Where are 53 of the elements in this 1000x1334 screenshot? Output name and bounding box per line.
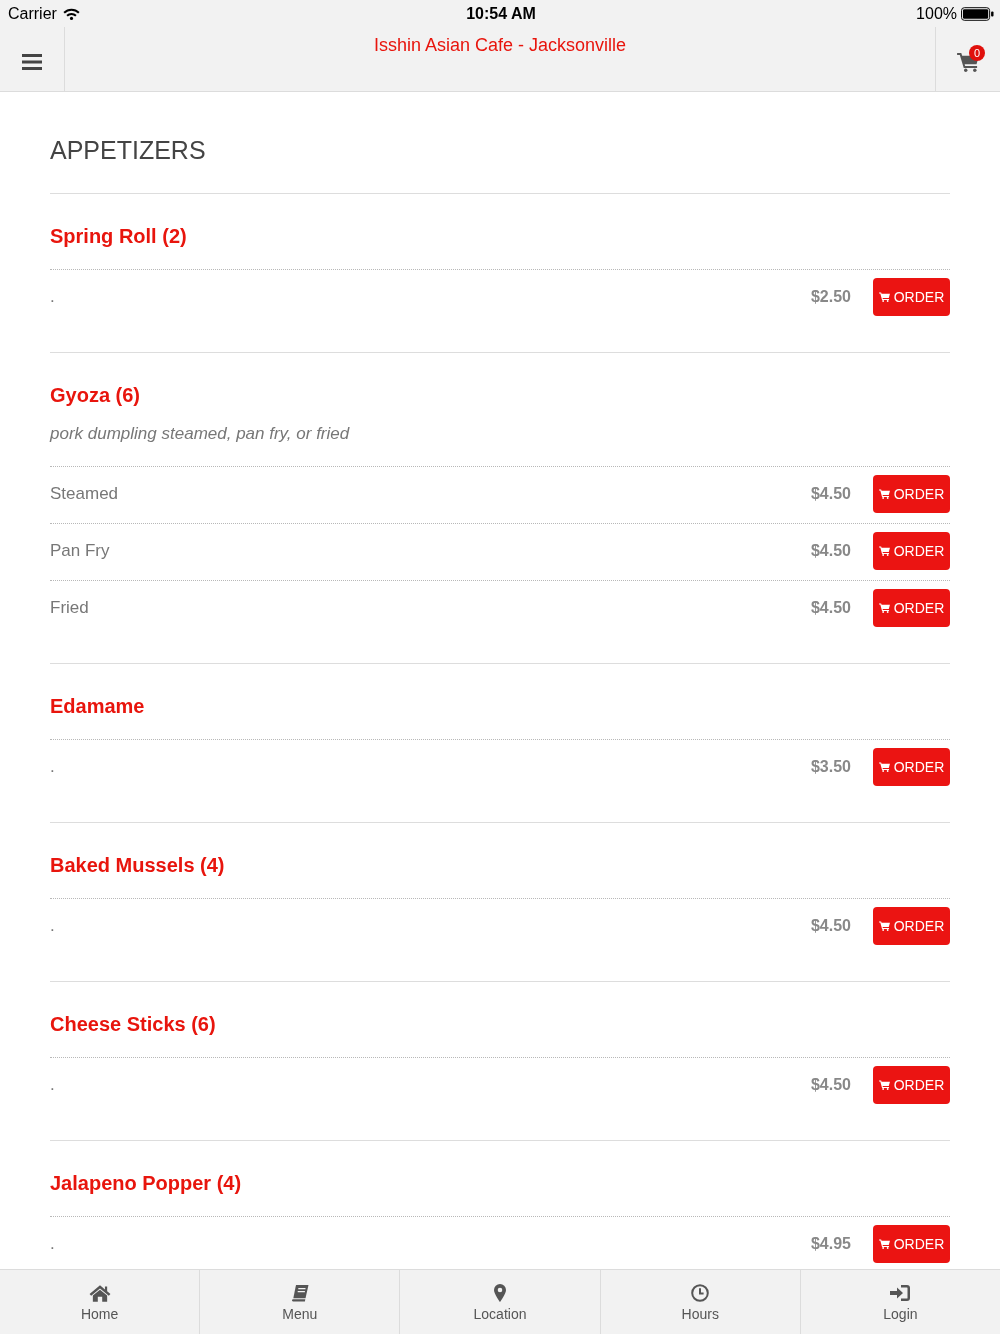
cart-icon (878, 546, 890, 556)
item-price: $4.50 (810, 1075, 851, 1095)
section-heading: APPETIZERS (50, 135, 206, 166)
cart-icon (878, 489, 890, 499)
menu-icon (22, 54, 42, 70)
option-label: . (50, 756, 55, 778)
book-icon (290, 1284, 309, 1302)
battery-percent: 100% (916, 4, 957, 23)
item-name: Baked Mussels (4) (50, 853, 225, 878)
order-button[interactable]: ORDER (873, 748, 950, 786)
cart-icon (878, 762, 890, 772)
option-label: Steamed (50, 483, 119, 505)
item-name: Gyoza (6) (50, 383, 141, 408)
order-button[interactable]: ORDER (873, 475, 950, 513)
order-button[interactable]: ORDER (873, 907, 950, 945)
option-label: Fried (50, 597, 89, 619)
item-name: Spring Roll (2) (50, 224, 187, 249)
item-name: Edamame (50, 694, 145, 719)
battery-icon (961, 6, 994, 21)
home-icon (88, 1284, 111, 1302)
restaurant-title: Isshin Asian Cafe - Jacksonville (373, 35, 627, 55)
item-price: $4.50 (810, 484, 851, 504)
cart-icon (878, 1239, 890, 1249)
item-name: Jalapeno Popper (4) (50, 1171, 242, 1196)
option-label: . (50, 915, 55, 937)
cart-icon (878, 1080, 890, 1090)
option-label: . (50, 286, 55, 308)
item-price: $4.50 (810, 916, 851, 936)
carrier-label: Carrier (8, 4, 57, 23)
option-label: Pan Fry (50, 540, 110, 562)
order-button[interactable]: ORDER (873, 1225, 950, 1263)
cart-icon (878, 921, 890, 931)
order-button[interactable]: ORDER (873, 278, 950, 316)
option-label: . (50, 1074, 55, 1096)
order-button[interactable]: ORDER (873, 532, 950, 570)
item-price: $4.50 (810, 598, 851, 618)
option-label: . (50, 1233, 55, 1255)
item-price: $4.95 (810, 1234, 851, 1254)
order-button[interactable]: ORDER (873, 589, 950, 627)
cart-icon (878, 603, 890, 613)
clock-icon (691, 1284, 710, 1302)
item-price: $3.50 (810, 757, 851, 777)
status-time: 10:54 AM (466, 4, 536, 23)
wifi-icon (62, 7, 80, 20)
order-button[interactable]: ORDER (873, 1066, 950, 1104)
sign-in-icon (890, 1284, 911, 1302)
cart-icon (878, 292, 890, 302)
map-pin-icon (494, 1284, 506, 1302)
cart-count-badge: 0 (969, 45, 985, 61)
item-name: Cheese Sticks (6) (50, 1012, 216, 1037)
item-price: $2.50 (810, 287, 851, 307)
item-description: pork dumpling steamed, pan fry, or fried (50, 423, 350, 445)
item-price: $4.50 (810, 541, 851, 561)
